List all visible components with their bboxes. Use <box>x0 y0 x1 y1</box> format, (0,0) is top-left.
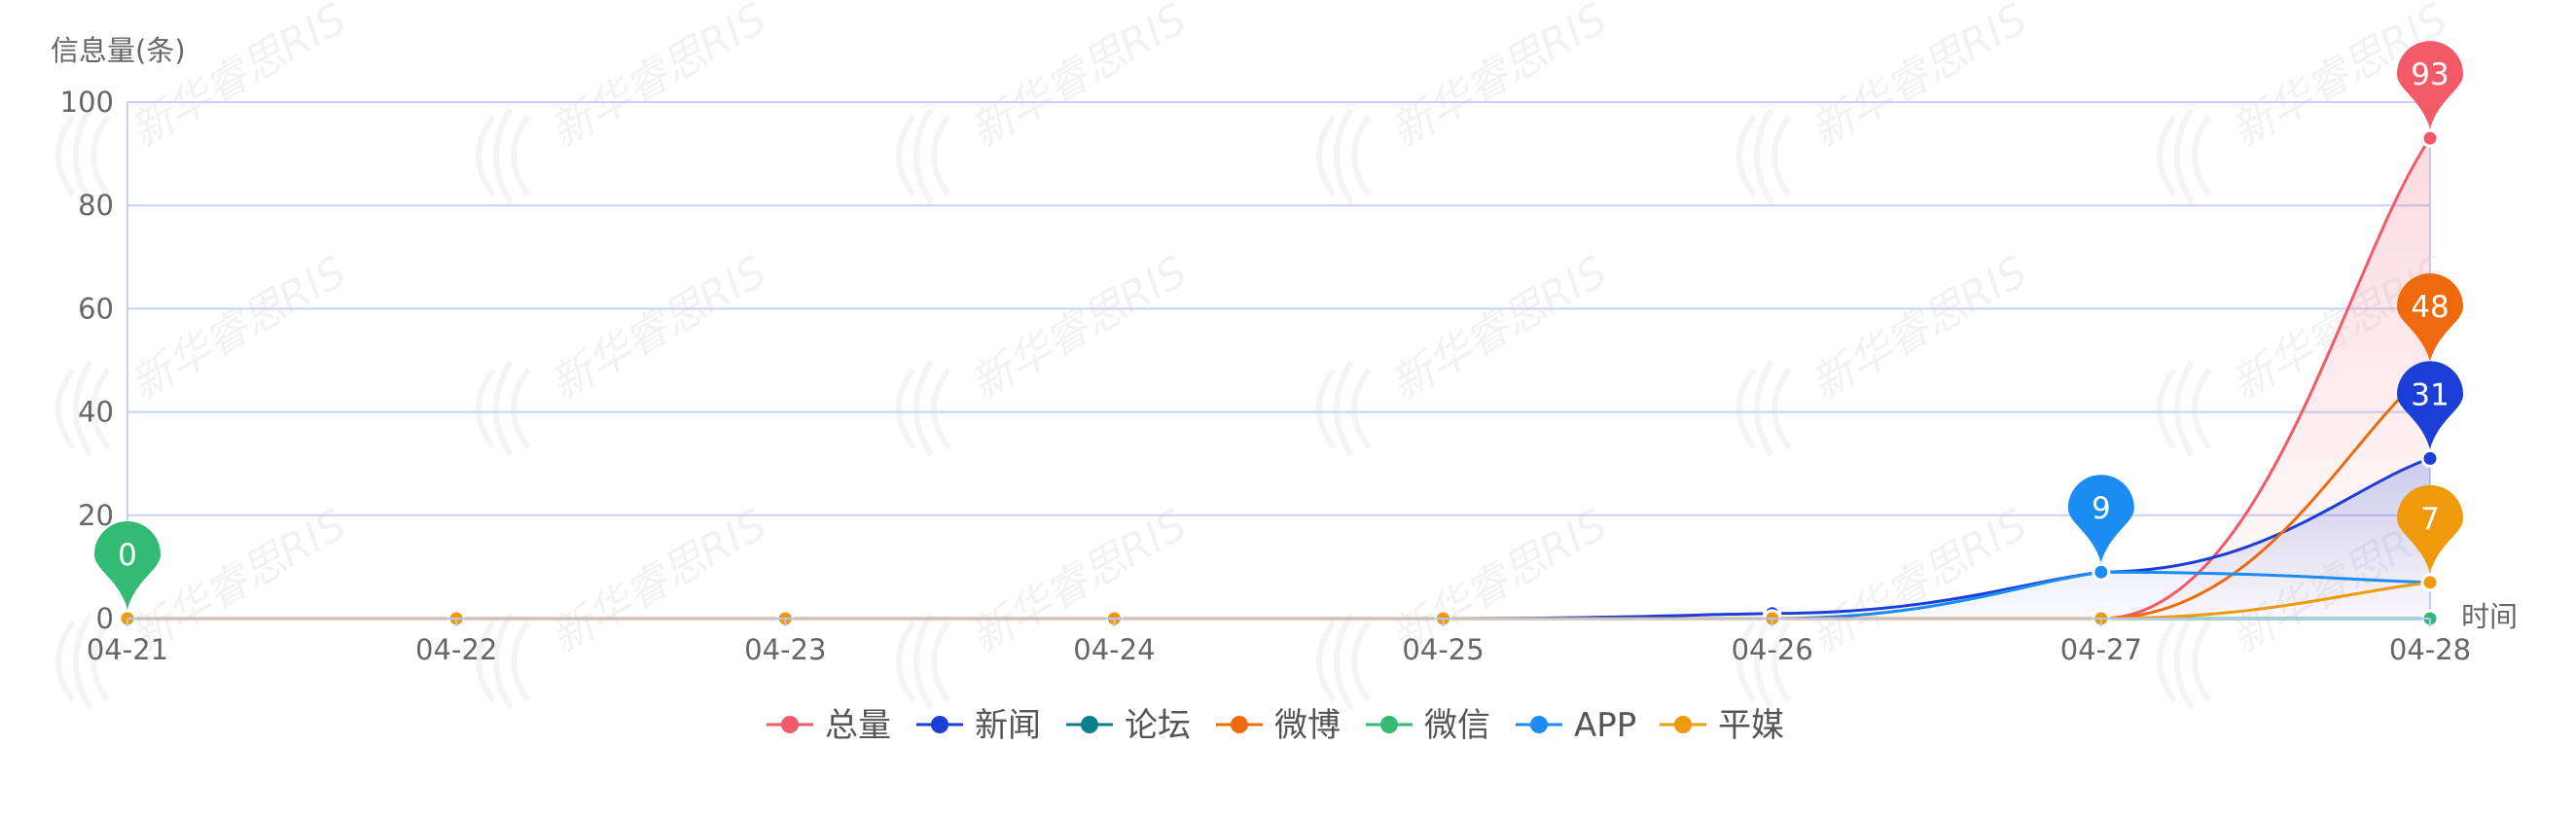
watermark-logo <box>476 360 531 457</box>
watermark-logo <box>1316 107 1372 204</box>
legend-label: 平媒 <box>1718 706 1784 745</box>
watermark-text: 新华睿思RIS <box>1803 500 2036 663</box>
legend-label: 新闻 <box>975 706 1041 745</box>
watermark-logo <box>1316 613 1372 710</box>
legend-item-论坛[interactable]: 论坛 <box>1066 706 1191 745</box>
legend-dot <box>1380 716 1398 733</box>
marker-label-微博: 48 <box>2411 290 2449 325</box>
watermark-text: 新华睿思RIS <box>542 247 775 410</box>
legend-item-总量[interactable]: 总量 <box>767 706 891 745</box>
legend-label: 微信 <box>1424 706 1490 745</box>
series-lines <box>127 137 2432 621</box>
value-markers: 0 9 93 48 31 7 <box>93 41 2463 609</box>
legend-label: 总量 <box>825 706 891 745</box>
legend-item-APP[interactable]: APP <box>1516 706 1636 745</box>
y-tick-label: 20 <box>78 499 114 532</box>
marker-label-微信: 0 <box>118 538 137 573</box>
legend-dot <box>1674 716 1692 733</box>
watermark-text: 新华睿思RIS <box>122 0 355 158</box>
x-axis-title: 时间 <box>2461 600 2518 633</box>
x-tick-label: 04-22 <box>415 633 497 666</box>
y-tick-label: 80 <box>78 189 114 222</box>
data-point-平媒 <box>2420 573 2440 592</box>
series-area-总量 <box>127 138 2430 620</box>
data-point-新闻 <box>2420 448 2440 468</box>
watermark-text: 新华睿思RIS <box>1382 247 1616 410</box>
legend-label: APP <box>1574 706 1636 745</box>
data-point-总量 <box>2420 128 2440 148</box>
legend[interactable]: 总量 新闻 论坛 微博 微信 APP 平媒 <box>767 706 1784 745</box>
legend-dot <box>781 716 799 733</box>
marker-label-平媒: 7 <box>2420 502 2440 537</box>
marker-label-总量: 93 <box>2411 57 2449 92</box>
grid-lines <box>126 101 2431 620</box>
series-line-总量 <box>127 137 2432 621</box>
watermark-logo <box>2157 360 2212 457</box>
watermark-logo <box>476 107 531 204</box>
legend-dot <box>1530 716 1548 733</box>
y-axis-title: 信息量(条) <box>51 34 186 67</box>
data-point-APP <box>2092 562 2111 582</box>
line-chart: 新华睿思RIS 新华睿思RIS 新华睿思RIS 新华睿思RIS 新华睿思RIS 新华睿思R… <box>51 0 2518 745</box>
y-tick-label: 0 <box>96 602 114 635</box>
x-tick-label: 04-23 <box>744 633 826 666</box>
watermark-text: 新华睿思RIS <box>1803 0 2036 158</box>
legend-item-新闻[interactable]: 新闻 <box>916 706 1041 745</box>
x-tick-label: 04-25 <box>1402 633 1484 666</box>
watermark-logo <box>896 360 951 457</box>
watermark-text: 新华睿思RIS <box>1803 247 2036 410</box>
legend-dot <box>1231 716 1248 733</box>
y-tick-label: 60 <box>78 292 114 325</box>
x-tick-label: 04-27 <box>2060 633 2142 666</box>
watermark-logo <box>2157 107 2212 204</box>
legend-dot <box>931 716 948 733</box>
y-tick-label: 40 <box>78 396 114 429</box>
legend-item-微信[interactable]: 微信 <box>1366 706 1490 745</box>
legend-label: 论坛 <box>1125 706 1191 745</box>
watermark-text: 新华睿思RIS <box>542 0 775 158</box>
watermark-logo <box>896 107 951 204</box>
y-tick-label: 100 <box>60 86 114 119</box>
watermark-logo <box>1736 360 1792 457</box>
watermark-logo <box>896 613 951 710</box>
legend-item-平媒[interactable]: 平媒 <box>1660 706 1784 745</box>
watermark-logo <box>1316 360 1372 457</box>
marker-label-新闻: 31 <box>2411 377 2449 412</box>
watermark-text: 新华睿思RIS <box>962 247 1196 410</box>
series-areas <box>127 138 2430 620</box>
watermark-text: 新华睿思RIS <box>962 0 1196 158</box>
x-tick-label: 04-24 <box>1073 633 1155 666</box>
watermark-text: 新华睿思RIS <box>1382 0 1616 158</box>
watermark-logo <box>2157 613 2212 710</box>
x-tick-label: 04-28 <box>2389 633 2471 666</box>
x-tick-label: 04-26 <box>1732 633 1813 666</box>
marker-label-APP: 9 <box>2092 491 2111 526</box>
legend-dot <box>1081 716 1098 733</box>
watermark-text: 新华睿思RIS <box>122 247 355 410</box>
x-tick-label: 04-21 <box>87 633 168 666</box>
legend-item-微博[interactable]: 微博 <box>1216 706 1341 745</box>
watermark-text: 新华睿思RIS <box>542 500 775 663</box>
legend-label: 微博 <box>1274 706 1341 745</box>
watermark-logo <box>1736 107 1792 204</box>
